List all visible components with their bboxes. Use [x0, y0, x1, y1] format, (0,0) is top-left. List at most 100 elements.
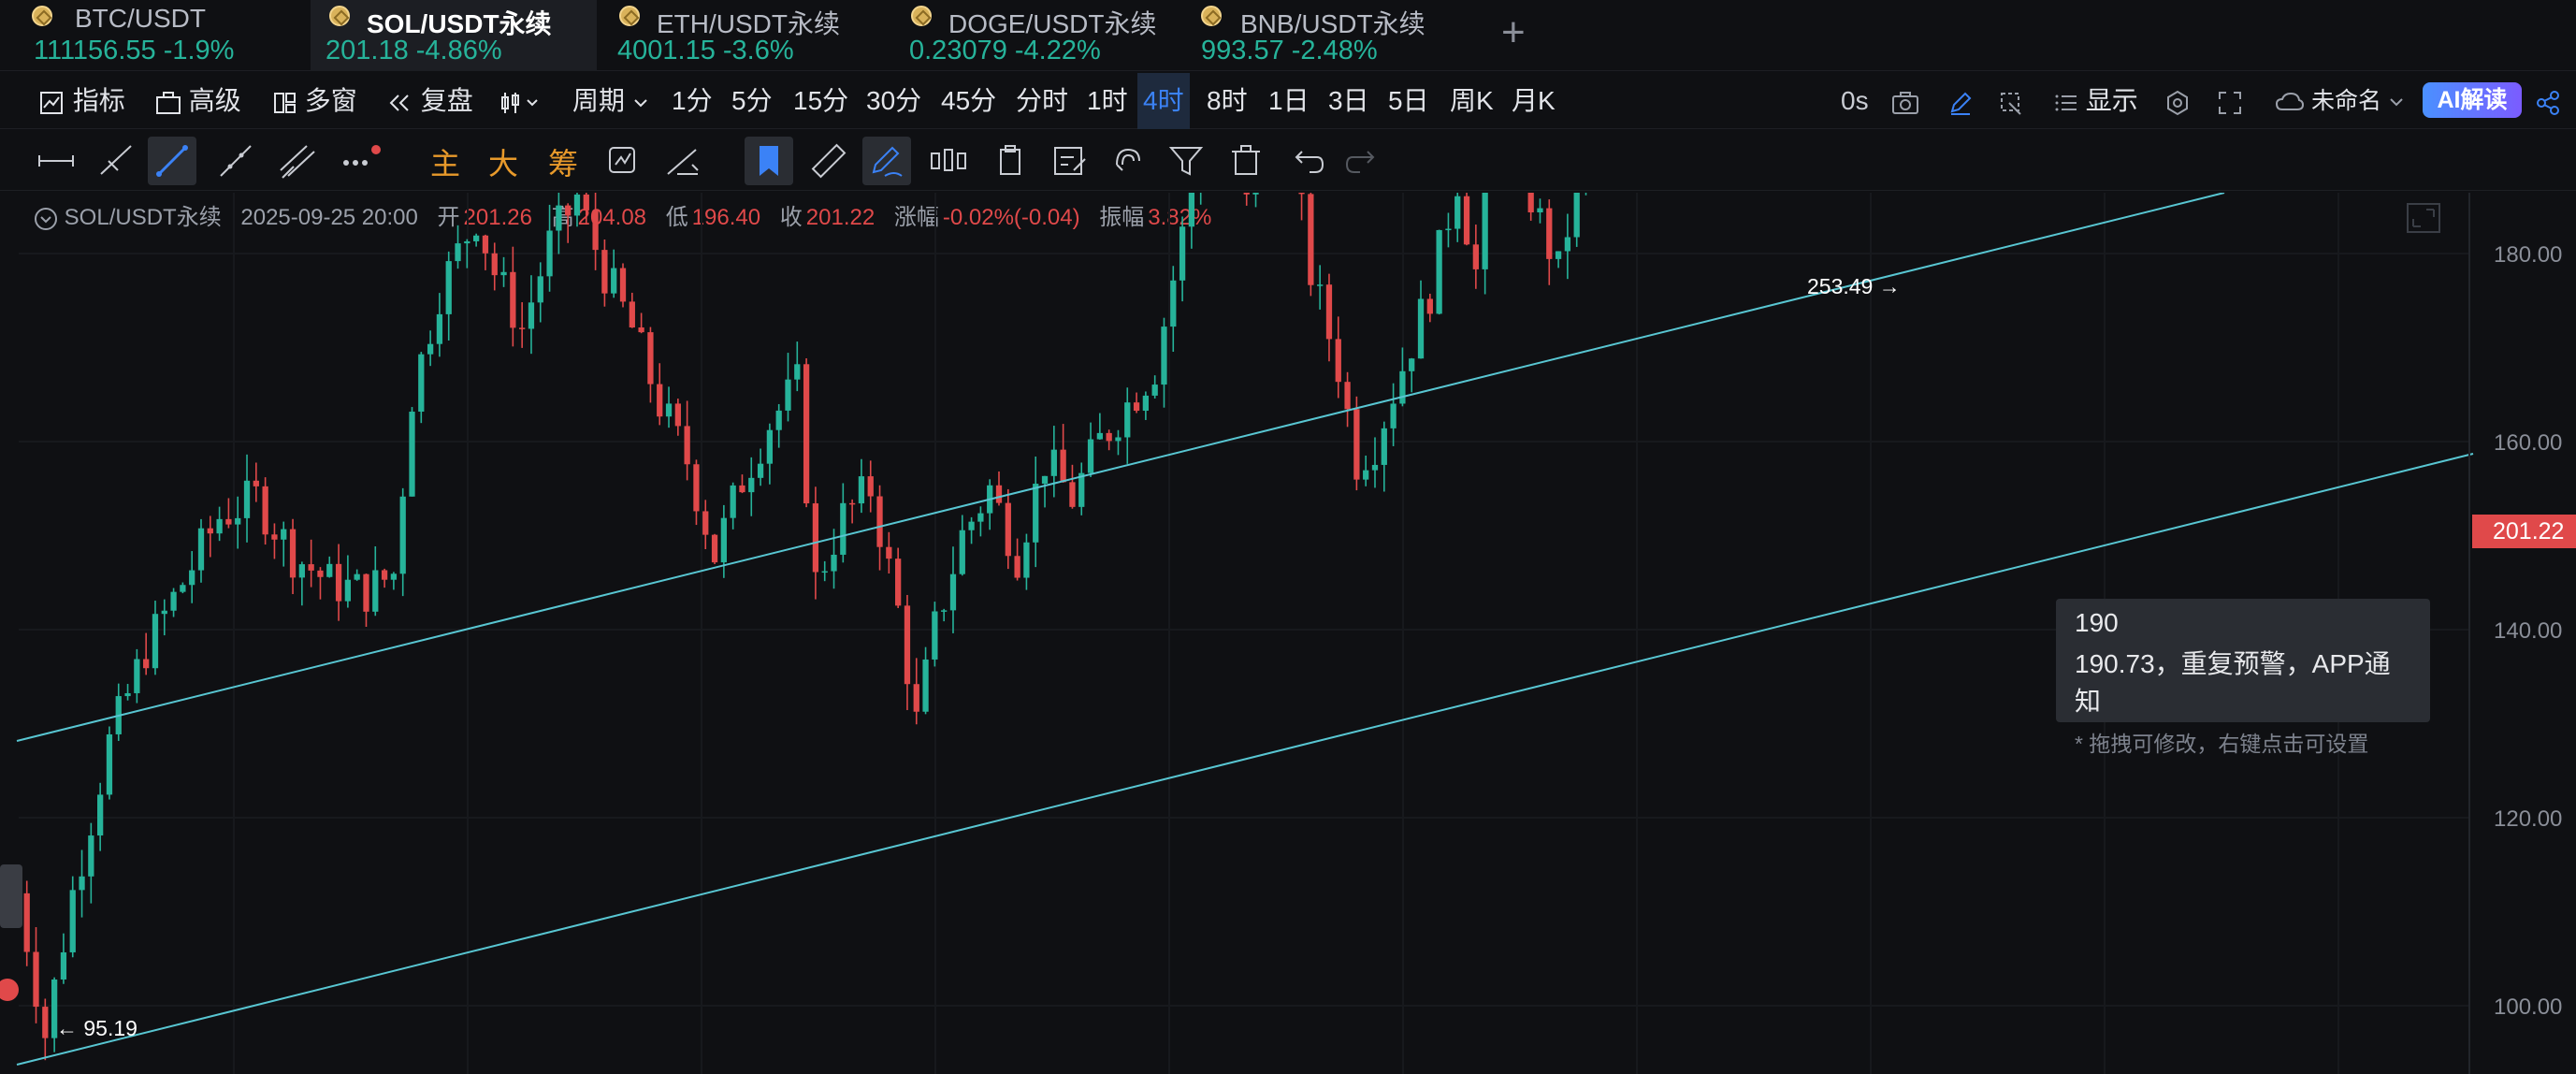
candle-body	[445, 261, 452, 314]
chart-icon	[40, 91, 63, 114]
interval-30m[interactable]: 30分	[866, 73, 921, 129]
ticker-tab-btc[interactable]: BTC/USDT 111156.55 -1.9%	[0, 0, 309, 71]
candle-type-button[interactable]	[499, 73, 543, 129]
candle-body	[106, 733, 113, 795]
note-tool[interactable]	[1046, 137, 1094, 185]
candle-body	[472, 235, 480, 241]
candle-body	[1335, 339, 1341, 383]
interval-3d[interactable]: 3日	[1328, 73, 1369, 129]
replay-button[interactable]: 复盘	[387, 73, 473, 129]
candle-body	[766, 429, 774, 464]
ticker-tab-sol[interactable]: SOL/USDT永续 201.18 -4.86%	[311, 0, 597, 71]
magnet-tool[interactable]	[1104, 137, 1152, 185]
alert-tooltip[interactable]: 190 190.73，重复预警，APP通知 * 拖拽可修改，右键点击可设置	[2056, 599, 2430, 756]
interval-4h[interactable]: 4时	[1137, 73, 1190, 129]
gear-icon	[2167, 90, 2188, 115]
delete-drawings-button[interactable]	[1222, 137, 1270, 185]
add-tab-button[interactable]: +	[1501, 9, 1526, 56]
candle-body	[42, 1007, 49, 1038]
candle-body	[134, 659, 140, 693]
candle-body	[271, 534, 278, 540]
interval-1m[interactable]: 1分	[672, 73, 713, 129]
drawing-toolbar: 主 大 筹	[0, 131, 2576, 191]
left-handle[interactable]	[0, 864, 22, 928]
period-dropdown[interactable]: 周期	[572, 73, 649, 129]
continuous-draw-tool[interactable]	[862, 137, 911, 185]
ai-analysis-button[interactable]: AI解读	[2423, 82, 2522, 118]
bookmark-tool[interactable]	[745, 137, 793, 185]
filter-tool[interactable]	[1162, 137, 1210, 185]
multi-window-button[interactable]: 多窗	[273, 73, 357, 129]
big-order-toggle[interactable]: 大	[488, 140, 518, 183]
candle-body	[354, 573, 360, 580]
candle-body	[1555, 251, 1562, 259]
extended-line-tool[interactable]	[211, 137, 260, 185]
fullscreen-icon	[2219, 91, 2241, 114]
parallel-channel-tool[interactable]	[273, 137, 322, 185]
advanced-button[interactable]: 高级	[155, 73, 241, 129]
measure-tool[interactable]	[658, 137, 707, 185]
expand-chart-button[interactable]	[2407, 203, 2440, 233]
candle-body	[1161, 327, 1167, 385]
ticker-tab-eth[interactable]: ETH/USDT永续 4001.15 -3.6%	[599, 0, 889, 71]
candle-body	[1124, 402, 1131, 438]
indicator-button[interactable]: 指标	[39, 73, 125, 129]
interval-8h[interactable]: 8时	[1207, 73, 1248, 129]
layout-dropdown[interactable]: 未命名	[2275, 73, 2405, 129]
sync-tool[interactable]	[599, 137, 647, 185]
interval-5d[interactable]: 5日	[1388, 73, 1429, 129]
ticker-tab-doge[interactable]: DOGE/USDT永续 0.23079 -4.22%	[890, 0, 1180, 71]
fullscreen-button[interactable]	[2217, 73, 2243, 129]
interval-1h[interactable]: 1时	[1087, 73, 1128, 129]
interval-week[interactable]: 周K	[1450, 73, 1494, 129]
candle-body	[1106, 432, 1112, 442]
candle-body	[197, 528, 205, 571]
coin-icon	[32, 6, 52, 26]
main-chart-toggle[interactable]: 主	[430, 140, 460, 183]
alert-hint: * 拖拽可修改，右键点击可设置	[2075, 732, 2369, 756]
alert-title: 190	[2075, 608, 2119, 637]
trash-icon	[1232, 145, 1260, 175]
undo-button[interactable]	[1281, 137, 1330, 185]
pattern-tool[interactable]	[924, 137, 973, 185]
redo-icon	[1345, 151, 1375, 173]
price-tick-label: 160.00	[2494, 430, 2562, 456]
candle-body	[216, 518, 223, 534]
chip-distribution-toggle[interactable]: 筹	[548, 140, 578, 183]
ticker-price: 201.18 -4.86%	[326, 36, 502, 65]
trend-line-tool[interactable]	[148, 137, 196, 185]
price-tick-label: 180.00	[2494, 242, 2562, 268]
last-price-tag: 201.22	[2472, 515, 2576, 548]
candle-body	[1371, 464, 1379, 471]
parallel-channel-icon	[280, 145, 315, 179]
price-axis[interactable]: 100.00120.00140.00160.00180.00220.00240.…	[2468, 193, 2562, 1074]
interval-1d[interactable]: 1日	[1268, 73, 1310, 129]
interval-15m[interactable]: 15分	[793, 73, 848, 129]
candle-body	[629, 301, 635, 328]
object-tree-button[interactable]	[1998, 73, 2024, 129]
candle-body	[876, 496, 883, 547]
screenshot-button[interactable]	[1891, 73, 1919, 129]
interval-month[interactable]: 月K	[1512, 73, 1556, 129]
more-tools-button[interactable]	[333, 137, 382, 185]
draw-button[interactable]	[1947, 73, 1974, 129]
clipboard-tool[interactable]	[986, 137, 1035, 185]
candle-body	[1005, 502, 1011, 557]
horizontal-line-tool[interactable]	[32, 137, 80, 185]
ticker-tab-bnb[interactable]: BNB/USDT永续 993.57 -2.48%	[1180, 0, 1489, 71]
interval-45m[interactable]: 45分	[941, 73, 996, 129]
scroll-marker[interactable]	[0, 979, 19, 1001]
candle-body	[537, 276, 543, 303]
candle-body	[79, 876, 85, 891]
display-button[interactable]: 显示	[2054, 73, 2138, 129]
redo-button[interactable]	[1339, 137, 1388, 185]
ruler-tool[interactable]	[804, 137, 853, 185]
interval-timeshare[interactable]: 分时	[1016, 73, 1068, 129]
interval-5m[interactable]: 5分	[731, 73, 773, 129]
candles-icon	[931, 149, 966, 171]
share-button[interactable]	[2535, 73, 2561, 129]
candle-body	[1436, 229, 1442, 314]
ray-tool[interactable]	[92, 137, 140, 185]
magnet-icon	[1116, 148, 1140, 171]
settings-button[interactable]	[2164, 73, 2191, 129]
